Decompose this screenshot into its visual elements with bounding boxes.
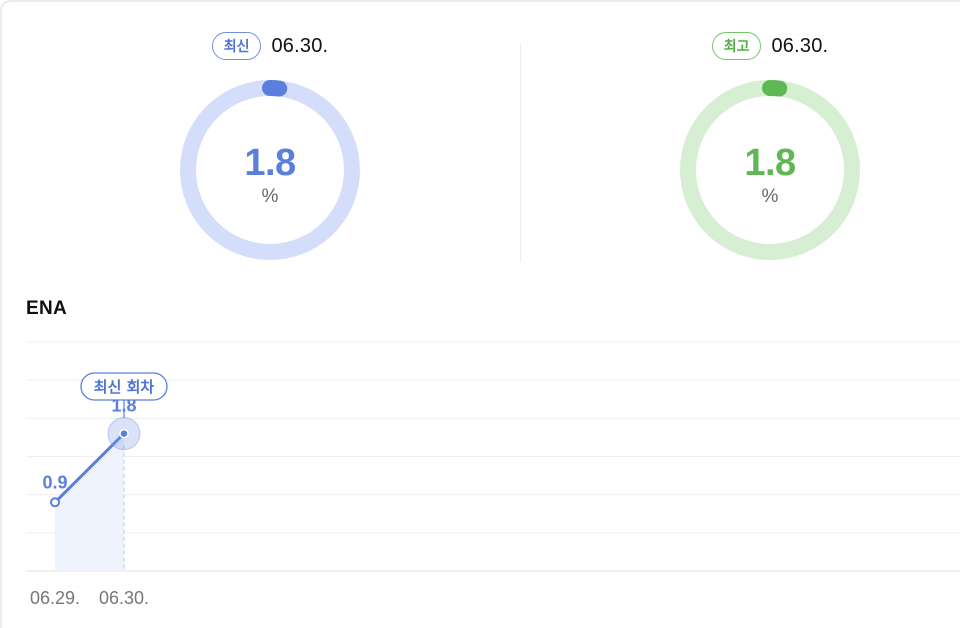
stat-latest: 최신 06.30. 1.8 %	[140, 30, 400, 270]
rating-line-chart: 0.91.8최신 회차06.29. 06.30.	[26, 341, 960, 608]
section-title: ENA	[26, 298, 68, 319]
best-date: 06.30.	[771, 34, 829, 57]
latest-unit: %	[261, 186, 279, 207]
best-value: 1.8	[744, 142, 796, 184]
stat-best: 최고 06.30. 1.8 %	[640, 30, 900, 270]
data-point	[50, 497, 60, 508]
latest-episode-callout-label: 최신 회차	[94, 378, 155, 396]
latest-date: 06.30.	[271, 34, 329, 57]
x-tick-label: 06.29.	[30, 588, 80, 608]
latest-badge: 최신	[211, 32, 262, 60]
latest-value: 1.8	[244, 142, 296, 184]
best-badge: 최고	[711, 32, 762, 60]
series-area	[55, 433, 124, 571]
stat-best-header: 최고 06.30.	[640, 32, 900, 60]
x-tick-label: 06.30.	[99, 588, 149, 608]
stat-latest-header: 최신 06.30.	[140, 32, 400, 60]
stat-divider	[520, 44, 521, 262]
data-label: 0.9	[42, 472, 67, 492]
data-point	[119, 428, 129, 439]
best-unit: %	[761, 186, 779, 207]
